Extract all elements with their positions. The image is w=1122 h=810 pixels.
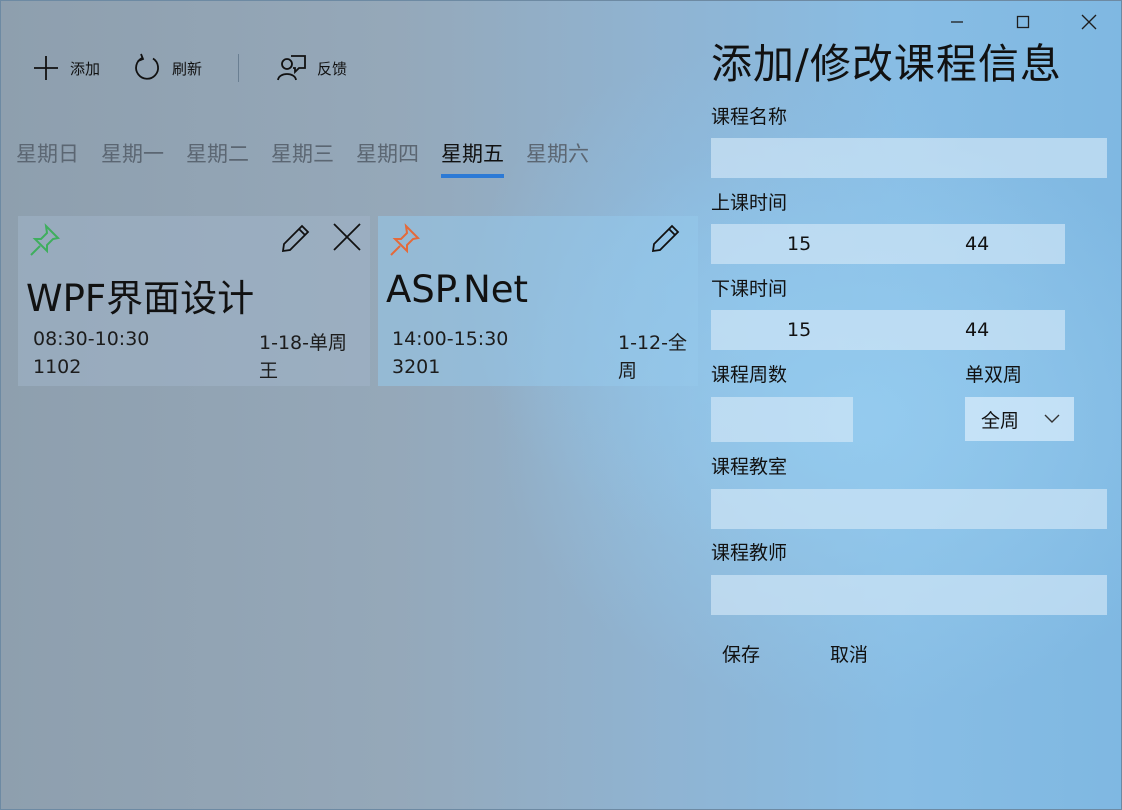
course-card[interactable]: ASP.Net 14:00-15:30 1-12-全 3201 周: [378, 216, 698, 386]
course-weeks: 1-12-全: [618, 332, 687, 354]
end-minute[interactable]: 44: [965, 319, 989, 341]
end-hour[interactable]: 15: [787, 319, 811, 341]
course-name-input[interactable]: [711, 138, 1107, 178]
week-parity-value: 全周: [981, 409, 1020, 432]
start-time-label: 上课时间: [711, 192, 788, 214]
add-button[interactable]: 添加: [32, 54, 100, 82]
course-room-input[interactable]: [711, 489, 1107, 529]
course-room: 3201: [392, 356, 441, 378]
pin-icon[interactable]: [388, 222, 424, 258]
course-teacher: 王: [259, 360, 279, 382]
close-icon: [1081, 14, 1097, 30]
end-time-label: 下课时间: [711, 278, 788, 300]
weekday-tabs: 星期日 星期一 星期二 星期三 星期四 星期五 星期六: [16, 138, 698, 194]
course-teacher-input[interactable]: [711, 575, 1107, 615]
tab-wednesday[interactable]: 星期三: [271, 138, 334, 186]
pin-icon[interactable]: [28, 222, 64, 258]
tab-friday[interactable]: 星期五: [441, 138, 504, 186]
end-time-picker[interactable]: 15 44: [711, 310, 1065, 350]
tab-monday[interactable]: 星期一: [101, 138, 164, 186]
feedback-icon: [277, 55, 306, 81]
feedback-button[interactable]: 反馈: [275, 53, 347, 83]
course-title: ASP.Net: [386, 268, 529, 311]
refresh-label: 刷新: [172, 59, 203, 78]
save-button[interactable]: 保存: [722, 640, 760, 667]
panel-heading: 添加/修改课程信息: [711, 40, 1062, 88]
edit-icon[interactable]: [280, 222, 312, 254]
course-teacher-label: 课程教师: [711, 542, 788, 564]
chevron-down-icon: [1044, 414, 1060, 423]
course-name-label: 课程名称: [711, 106, 788, 128]
course-time: 08:30-10:30: [33, 328, 150, 350]
course-edit-panel: 添加/修改课程信息: [711, 30, 1107, 90]
start-time-picker[interactable]: 15 44: [711, 224, 1065, 264]
card-actions: [650, 222, 698, 254]
edit-icon[interactable]: [650, 222, 682, 254]
course-teacher: 周: [618, 360, 638, 382]
course-room-label: 课程教室: [711, 456, 788, 478]
command-bar: 添加 刷新 反馈: [32, 48, 379, 88]
refresh-icon: [135, 53, 159, 80]
course-weeks-input[interactable]: [711, 397, 853, 442]
plus-icon: [34, 56, 58, 80]
minimize-icon: [951, 21, 963, 23]
feedback-label: 反馈: [317, 59, 348, 78]
tab-thursday[interactable]: 星期四: [356, 138, 419, 186]
start-minute[interactable]: 44: [965, 233, 989, 255]
course-weeks-label: 课程周数: [711, 364, 788, 386]
course-title: WPF界面设计: [26, 277, 255, 320]
delete-icon[interactable]: [332, 222, 362, 252]
tab-tuesday[interactable]: 星期二: [186, 138, 249, 186]
week-parity-label: 单双周: [965, 364, 1023, 386]
add-label: 添加: [70, 59, 101, 78]
cancel-button[interactable]: 取消: [830, 640, 868, 667]
start-hour[interactable]: 15: [787, 233, 811, 255]
maximize-icon: [1016, 15, 1030, 29]
course-weeks: 1-18-单周: [259, 332, 347, 354]
course-card[interactable]: WPF界面设计 08:30-10:30 1-18-单周 1102 王: [18, 216, 370, 386]
card-actions: [280, 222, 362, 254]
toolbar-separator: [238, 54, 240, 82]
week-parity-select[interactable]: 全周: [965, 397, 1074, 441]
refresh-button[interactable]: 刷新: [132, 53, 202, 83]
tab-sunday[interactable]: 星期日: [16, 138, 79, 186]
tab-saturday[interactable]: 星期六: [526, 138, 589, 186]
window-border: [0, 0, 1122, 810]
course-room: 1102: [33, 356, 82, 378]
course-time: 14:00-15:30: [392, 328, 509, 350]
